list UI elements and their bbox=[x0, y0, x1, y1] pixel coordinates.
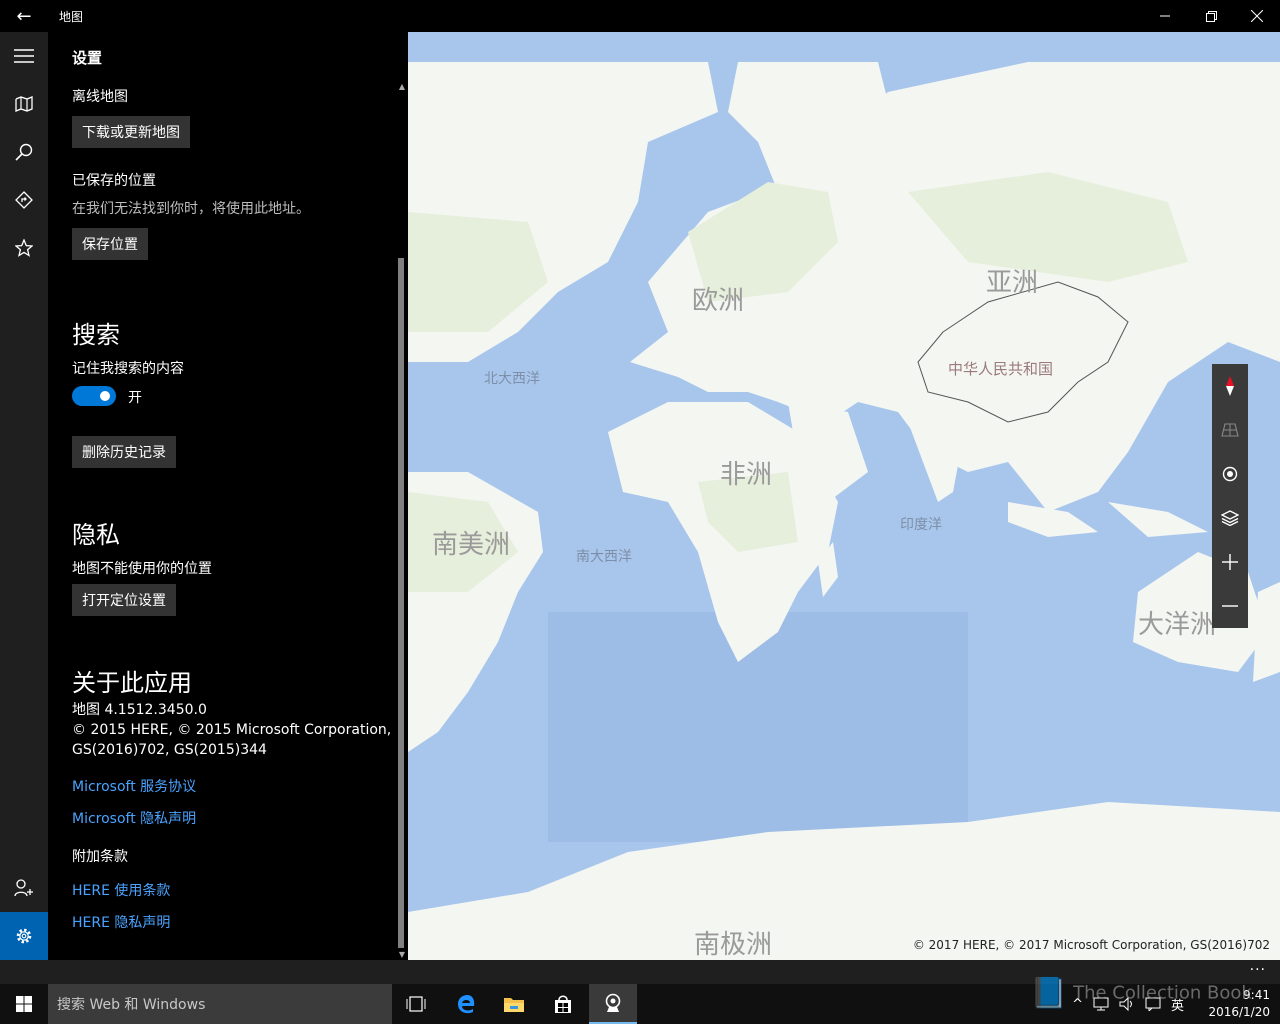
settings-title: 设置 bbox=[72, 49, 103, 67]
map-label-north-atlantic: 北大西洋 bbox=[484, 371, 540, 387]
file-explorer-taskbar-button[interactable] bbox=[490, 984, 538, 1024]
map-label-south-america: 南美洲 bbox=[432, 530, 511, 560]
here-terms-link[interactable]: HERE 使用条款 bbox=[72, 880, 170, 900]
compass-button[interactable] bbox=[1212, 364, 1248, 408]
minimize-button[interactable] bbox=[1142, 0, 1188, 32]
scrollbar-thumb[interactable] bbox=[398, 258, 404, 948]
zoom-in-button[interactable] bbox=[1212, 540, 1248, 584]
start-button[interactable] bbox=[0, 984, 48, 1024]
file-explorer-icon bbox=[504, 998, 524, 1012]
copyright-line-1: © 2015 HERE, © 2015 Microsoft Corporatio… bbox=[72, 722, 392, 738]
account-button[interactable] bbox=[0, 864, 48, 912]
privacy-section-heading: 隐私 bbox=[72, 521, 120, 549]
navigation-rail bbox=[0, 32, 48, 960]
locate-me-button[interactable] bbox=[1212, 452, 1248, 496]
taskbar-search-box[interactable]: 搜索 Web 和 Windows bbox=[48, 984, 392, 1024]
toggle-knob bbox=[100, 391, 110, 401]
window-title: 地图 bbox=[59, 10, 84, 24]
saved-location-label: 已保存的位置 bbox=[72, 173, 156, 189]
saved-location-description: 在我们无法找到你时，将使用此地址。 bbox=[72, 201, 310, 217]
map-layers-icon bbox=[1221, 510, 1239, 526]
save-location-button[interactable]: 保存位置 bbox=[72, 228, 148, 260]
more-options-icon[interactable]: ··· bbox=[1250, 962, 1266, 978]
maps-taskbar-button[interactable] bbox=[589, 984, 637, 1024]
directions-icon bbox=[15, 191, 33, 209]
zoom-in-icon bbox=[1222, 554, 1238, 570]
search-section-heading: 搜索 bbox=[72, 321, 120, 349]
task-view-button[interactable] bbox=[392, 984, 440, 1024]
zoom-out-icon bbox=[1222, 605, 1238, 607]
microsoft-service-agreement-link[interactable]: Microsoft 服务协议 bbox=[72, 776, 196, 796]
taskbar-search-placeholder: 搜索 Web 和 Windows bbox=[57, 997, 206, 1013]
hamburger-menu-icon bbox=[14, 49, 34, 63]
edge-browser-icon bbox=[458, 995, 475, 1014]
compass-icon bbox=[1226, 376, 1234, 396]
scroll-down-arrow-icon[interactable]: ▼ bbox=[396, 948, 408, 960]
map-copyright: © 2017 HERE, © 2017 Microsoft Corporatio… bbox=[912, 938, 1270, 952]
open-location-settings-button[interactable]: 打开定位设置 bbox=[72, 584, 176, 616]
map-label-china: 中华人民共和国 bbox=[948, 360, 1054, 378]
remember-search-toggle[interactable] bbox=[72, 386, 116, 406]
offline-maps-label: 离线地图 bbox=[72, 89, 128, 105]
microsoft-privacy-statement-link[interactable]: Microsoft 隐私声明 bbox=[72, 808, 196, 828]
remember-search-label: 记住我搜索的内容 bbox=[72, 361, 184, 377]
map-label-south-atlantic: 南大西洋 bbox=[576, 549, 632, 565]
map-icon bbox=[15, 96, 33, 112]
map-label-africa: 非洲 bbox=[720, 460, 773, 490]
download-maps-button[interactable]: 下载或更新地图 bbox=[72, 116, 190, 148]
map-layers-button[interactable] bbox=[1212, 496, 1248, 540]
minimize-icon bbox=[1160, 15, 1170, 17]
directions-nav-button[interactable] bbox=[0, 176, 48, 224]
app-version: 地图 4.1512.3450.0 bbox=[72, 702, 207, 718]
account-add-icon bbox=[14, 879, 33, 897]
map-label-asia: 亚洲 bbox=[986, 268, 1039, 298]
world-map-graphic bbox=[408, 32, 1280, 960]
book-icon: 📘 bbox=[1030, 976, 1068, 1011]
favorites-star-icon bbox=[15, 239, 33, 257]
map-controls bbox=[1212, 364, 1248, 628]
scroll-up-arrow-icon[interactable]: ▲ bbox=[396, 80, 408, 92]
settings-nav-button[interactable] bbox=[0, 912, 48, 960]
map-label-antarctica: 南极洲 bbox=[694, 930, 773, 960]
back-button[interactable]: ← bbox=[0, 0, 48, 32]
restore-button[interactable] bbox=[1188, 0, 1234, 32]
favorites-nav-button[interactable] bbox=[0, 224, 48, 272]
map-label-oceania: 大洋洲 bbox=[1138, 610, 1217, 640]
about-section-heading: 关于此应用 bbox=[72, 669, 192, 697]
map-label-indian-ocean: 印度洋 bbox=[900, 517, 942, 533]
watermark-text: 📘 The Collection Book bbox=[1030, 976, 1252, 1011]
map-nav-button[interactable] bbox=[0, 80, 48, 128]
tilt-3d-icon bbox=[1221, 423, 1239, 437]
task-view-icon bbox=[406, 996, 426, 1012]
maps-app-icon bbox=[605, 993, 621, 1012]
toggle-state-label: 开 bbox=[128, 390, 142, 406]
windows-logo-icon bbox=[16, 996, 32, 1012]
copyright-line-2: GS(2016)702, GS(2015)344 bbox=[72, 742, 267, 758]
locate-me-icon bbox=[1222, 466, 1238, 482]
map-label-europe: 欧洲 bbox=[692, 286, 745, 316]
location-status-text: 地图不能使用你的位置 bbox=[72, 561, 212, 577]
store-taskbar-button[interactable] bbox=[539, 984, 587, 1024]
clear-history-button[interactable]: 删除历史记录 bbox=[72, 436, 176, 468]
additional-terms-label: 附加条款 bbox=[72, 849, 128, 865]
close-button[interactable] bbox=[1234, 0, 1280, 32]
settings-gear-icon bbox=[16, 928, 32, 944]
title-bar: ← 地图 bbox=[0, 0, 1280, 32]
hamburger-menu-button[interactable] bbox=[0, 32, 48, 80]
close-icon bbox=[1251, 10, 1263, 22]
map-canvas[interactable]: 欧洲 亚洲 中华人民共和国 北大西洋 非洲 南美洲 南大西洋 印度洋 大洋洲 南… bbox=[408, 32, 1280, 960]
zoom-out-button[interactable] bbox=[1212, 584, 1248, 628]
back-arrow-icon: ← bbox=[16, 5, 32, 27]
store-icon bbox=[555, 995, 571, 1013]
restore-icon bbox=[1205, 10, 1217, 22]
search-icon bbox=[15, 143, 33, 161]
tilt-button[interactable] bbox=[1212, 408, 1248, 452]
search-nav-button[interactable] bbox=[0, 128, 48, 176]
edge-taskbar-button[interactable] bbox=[442, 984, 490, 1024]
here-privacy-link[interactable]: HERE 隐私声明 bbox=[72, 912, 170, 932]
